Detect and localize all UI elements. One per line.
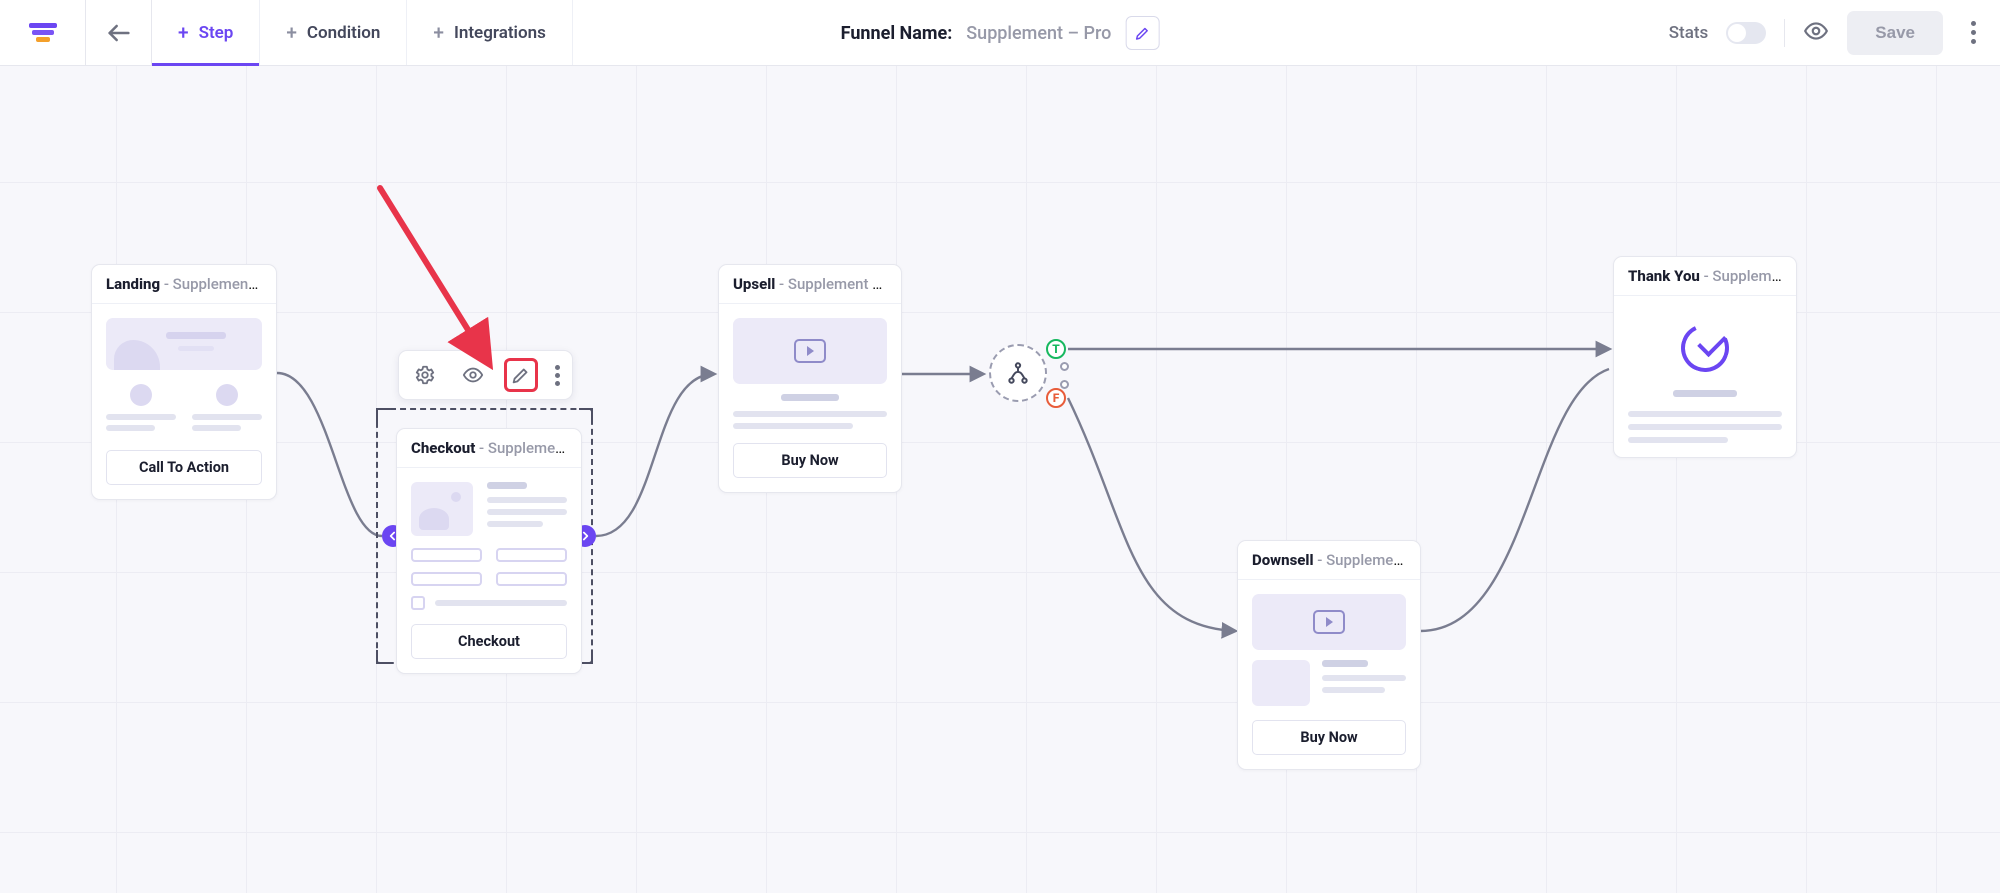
node-more-button[interactable]	[555, 362, 560, 389]
eye-icon	[462, 364, 484, 386]
app-logo[interactable]	[0, 0, 86, 65]
funnel-canvas[interactable]: Landing - Supplement La… Call To Action	[0, 66, 2000, 893]
node-upsell-cta: Buy Now	[733, 443, 887, 478]
thumbnail	[1673, 390, 1738, 397]
plus-icon: +	[178, 21, 189, 44]
node-checkout-title: Checkout	[411, 439, 475, 457]
node-landing-subtitle: - Supplement La…	[160, 275, 276, 293]
thumbnail	[411, 596, 567, 610]
top-right-controls: Stats Save	[1669, 0, 2000, 65]
node-landing-cta: Call To Action	[106, 450, 262, 485]
tab-condition-label: Condition	[307, 23, 380, 43]
node-checkout-subtitle: - Supplement C…	[475, 439, 581, 457]
thumbnail	[1628, 424, 1782, 430]
node-checkout[interactable]: Checkout - Supplement C… Checkout	[396, 428, 582, 674]
tab-condition[interactable]: + Condition	[260, 0, 407, 65]
stats-toggle[interactable]	[1726, 22, 1766, 44]
thumbnail	[1252, 660, 1406, 706]
condition-false-badge: F	[1046, 388, 1066, 408]
thumbnail	[733, 423, 853, 429]
node-checkout-header: Checkout - Supplement C…	[397, 429, 581, 468]
thumbnail	[733, 318, 887, 384]
node-landing-header: Landing - Supplement La…	[92, 265, 276, 304]
funnel-name-group: Funnel Name: Supplement – Pro	[841, 0, 1160, 66]
node-downsell-header: Downsell - Supplement D…	[1238, 541, 1420, 580]
thumbnail	[106, 318, 262, 370]
node-thankyou-header: Thank You - Supplement T…	[1614, 257, 1796, 296]
top-bar: + Step + Condition + Integrations Funnel…	[0, 0, 2000, 66]
tab-step-label: Step	[199, 23, 234, 43]
funnel-name-value: Supplement – Pro	[966, 23, 1111, 44]
node-thankyou-subtitle: - Supplement T…	[1700, 267, 1796, 285]
node-downsell-cta: Buy Now	[1252, 720, 1406, 755]
node-downsell-subtitle: - Supplement D…	[1314, 551, 1420, 569]
thumbnail	[106, 384, 262, 436]
thumbnail	[411, 548, 567, 562]
node-downsell-title: Downsell	[1252, 551, 1314, 569]
pencil-icon	[510, 364, 532, 386]
toolbar-tabs: + Step + Condition + Integrations	[152, 0, 573, 65]
node-upsell-subtitle: - Supplement U…	[775, 275, 892, 293]
thumbnail	[781, 394, 840, 401]
condition-true-port[interactable]	[1060, 362, 1069, 371]
node-upsell-title: Upsell	[733, 275, 775, 293]
node-thankyou-title: Thank You	[1628, 267, 1700, 285]
node-landing-title: Landing	[106, 275, 160, 293]
plus-icon: +	[433, 21, 444, 44]
arrow-left-icon	[105, 19, 133, 47]
more-menu-button[interactable]	[1961, 17, 1986, 48]
play-icon	[794, 339, 826, 363]
eye-icon	[1803, 18, 1829, 44]
condition-true-badge: T	[1046, 339, 1066, 359]
node-preview-button[interactable]	[459, 361, 487, 389]
thumbnail	[1628, 437, 1728, 443]
plus-icon: +	[286, 21, 297, 44]
preview-button[interactable]	[1803, 18, 1829, 48]
thumbnail	[1252, 594, 1406, 650]
node-upsell[interactable]: Upsell - Supplement U… Buy Now	[718, 264, 902, 493]
node-landing[interactable]: Landing - Supplement La… Call To Action	[91, 264, 277, 500]
thumbnail	[733, 411, 887, 417]
thumbnail	[411, 572, 567, 586]
condition-false-port[interactable]	[1060, 380, 1069, 389]
check-circle-icon	[1674, 317, 1736, 379]
tab-integrations[interactable]: + Integrations	[407, 0, 572, 65]
divider	[1784, 19, 1785, 47]
node-downsell[interactable]: Downsell - Supplement D… Buy Now	[1237, 540, 1421, 770]
node-edit-button[interactable]	[507, 361, 535, 389]
node-settings-button[interactable]	[411, 361, 439, 389]
back-button[interactable]	[86, 0, 152, 65]
stats-label: Stats	[1669, 23, 1709, 43]
thumbnail	[1628, 411, 1782, 417]
tab-integrations-label: Integrations	[454, 23, 546, 43]
edit-funnel-name-button[interactable]	[1125, 16, 1159, 50]
canvas-grid	[0, 66, 2000, 893]
play-icon	[1313, 610, 1345, 634]
node-condition[interactable]	[989, 344, 1047, 402]
branch-icon	[1005, 360, 1031, 386]
node-upsell-header: Upsell - Supplement U…	[719, 265, 901, 304]
gear-icon	[414, 364, 436, 386]
node-checkout-cta: Checkout	[411, 624, 567, 659]
node-toolbar	[398, 350, 573, 400]
save-button[interactable]: Save	[1847, 11, 1943, 55]
node-thankyou[interactable]: Thank You - Supplement T…	[1613, 256, 1797, 458]
funnel-name-label: Funnel Name:	[841, 23, 953, 44]
thumbnail	[411, 482, 567, 536]
pencil-icon	[1133, 24, 1151, 42]
tab-step[interactable]: + Step	[152, 0, 260, 65]
